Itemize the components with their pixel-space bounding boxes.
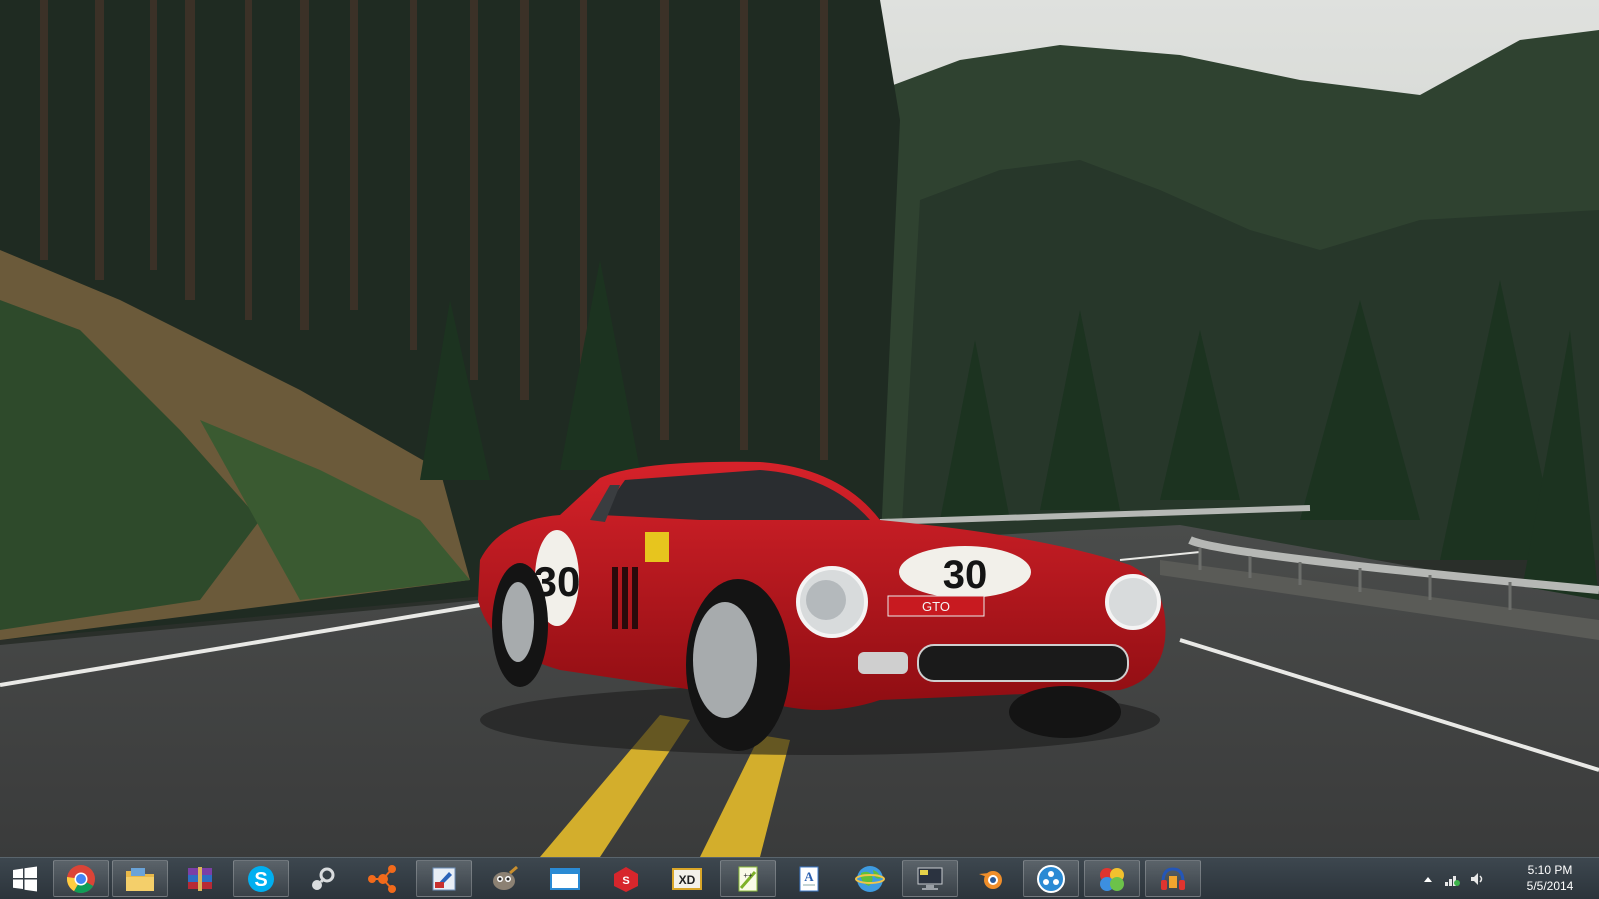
xd-icon: XD: [672, 867, 702, 890]
clock-time: 5:10 PM: [1527, 863, 1573, 877]
taskbar-item-globe-app[interactable]: [842, 860, 898, 897]
taskbar-item-media-app[interactable]: [1023, 860, 1079, 897]
desktop[interactable]: 30 30 GTO: [0, 0, 1599, 857]
skype-icon: S: [248, 865, 274, 892]
taskbar: S S XD ++ A 5:10 PM 5/5/2014: [0, 857, 1599, 899]
tray-network[interactable]: [1443, 858, 1461, 899]
network-icon: [1445, 875, 1460, 886]
taskbar-item-sketchup[interactable]: S: [598, 860, 654, 897]
steam-icon: [312, 867, 335, 890]
gimp-icon: [493, 865, 518, 890]
chrome-icon: [67, 864, 95, 893]
folder-icon: [126, 867, 154, 891]
hood-number: 30: [943, 553, 988, 597]
wallpaper: 30 30 GTO: [0, 0, 1599, 857]
taskbar-item-gimp[interactable]: [476, 860, 532, 897]
winrar-icon: [188, 866, 212, 891]
nodes-icon: [368, 864, 396, 893]
svg-text:S: S: [622, 875, 629, 887]
sketchup-icon: S: [614, 866, 638, 892]
svg-text:A: A: [804, 869, 814, 884]
taskbar-item-image-editor[interactable]: [416, 860, 472, 897]
show-hidden-icons-icon: [1424, 876, 1432, 882]
taskbar-item-network-app[interactable]: [355, 860, 411, 897]
taskbar-item-color-app[interactable]: [1084, 860, 1140, 897]
taskbar-item-file-explorer[interactable]: [112, 860, 168, 897]
svg-text:++: ++: [743, 871, 753, 880]
windows-logo-icon: [13, 866, 37, 891]
show-hidden-icons-button[interactable]: [1421, 858, 1435, 899]
clock-date: 5/5/2014: [1526, 879, 1574, 893]
headphones-icon: [1161, 866, 1185, 890]
svg-text:S: S: [254, 869, 267, 891]
taskbar-item-audacity[interactable]: [1145, 860, 1201, 897]
taskbar-item-blender[interactable]: [963, 860, 1019, 897]
media-circle-icon: [1037, 864, 1065, 893]
taskbar-item-computer-app[interactable]: [902, 860, 958, 897]
paint-icon: [432, 867, 456, 890]
svg-text:XD: XD: [679, 873, 696, 887]
blender-icon: [979, 870, 1002, 889]
notepadpp-icon: ++: [738, 866, 758, 891]
taskbar-item-steam[interactable]: [294, 860, 350, 897]
start-button[interactable]: [0, 858, 50, 899]
taskbar-item-skype[interactable]: S: [233, 860, 289, 897]
tray-volume[interactable]: [1468, 858, 1486, 899]
taskbar-item-notepad-plus-plus[interactable]: ++: [720, 860, 776, 897]
taskbar-item-xd-app[interactable]: XD: [659, 860, 715, 897]
computer-icon: [917, 867, 943, 890]
taskbar-item-chrome[interactable]: [53, 860, 109, 897]
globe-icon: [855, 865, 885, 892]
document-icon: A: [799, 866, 819, 891]
taskbar-item-winrar[interactable]: [172, 860, 228, 897]
gto-plate: GTO: [922, 599, 950, 614]
taskbar-item-window-app[interactable]: [537, 860, 593, 897]
system-clock[interactable]: 5:10 PM 5/5/2014: [1509, 862, 1591, 896]
taskbar-item-text-document[interactable]: A: [781, 860, 837, 897]
color-balls-icon: [1100, 867, 1124, 891]
window-icon: [550, 867, 580, 890]
volume-icon: [1471, 872, 1483, 885]
